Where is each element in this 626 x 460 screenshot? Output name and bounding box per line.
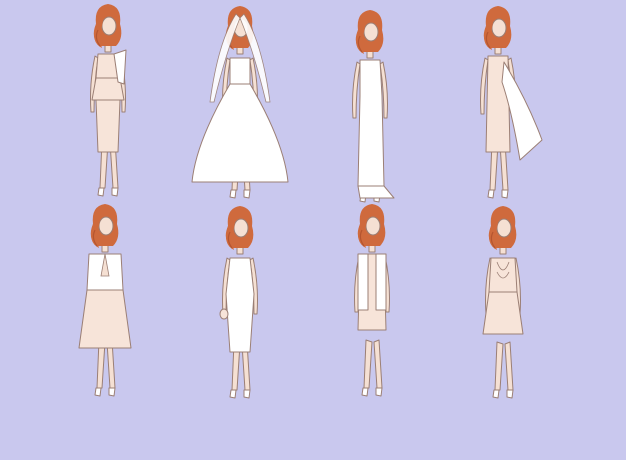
face	[491, 18, 507, 38]
face	[101, 16, 117, 36]
face	[233, 218, 249, 238]
bridal-fashion-illustration	[0, 0, 626, 460]
illustration-canvas	[0, 0, 626, 460]
face	[496, 218, 512, 238]
face	[98, 216, 114, 236]
face	[365, 216, 381, 236]
face	[363, 22, 379, 42]
clutch-bag	[219, 308, 229, 320]
